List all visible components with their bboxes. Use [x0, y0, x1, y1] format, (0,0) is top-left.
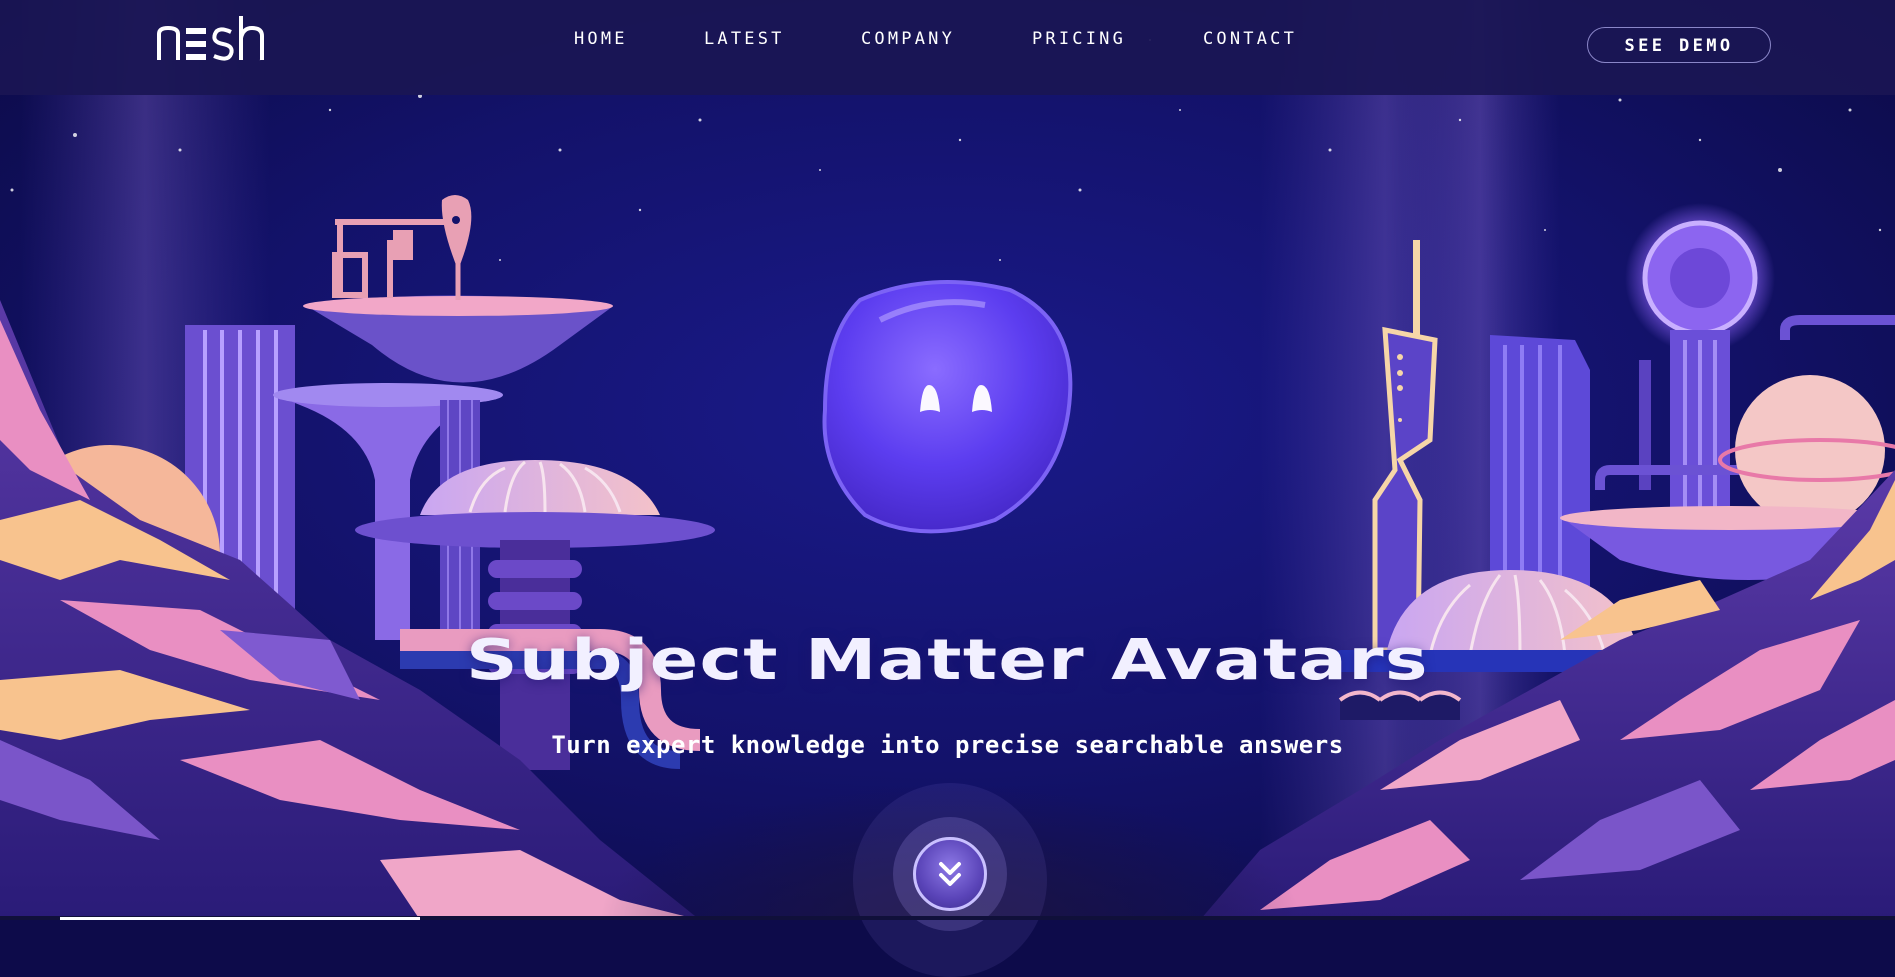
logo-mark-icon — [157, 16, 264, 61]
hero-subtitle: Turn expert knowledge into precise searc… — [551, 731, 1344, 759]
top-navbar: HOME LATEST COMPANY PRICING CONTACT SEE … — [0, 0, 1895, 95]
scroll-down-button[interactable] — [913, 837, 987, 911]
see-demo-button[interactable]: SEE DEMO — [1587, 27, 1771, 63]
hero-title: Subject Matter Avatars — [465, 628, 1429, 693]
nav-contact[interactable]: CONTACT — [1203, 29, 1297, 51]
nav-company[interactable]: COMPANY — [861, 29, 955, 51]
nav-pricing[interactable]: PRICING — [1032, 29, 1126, 51]
nav-home[interactable]: HOME — [574, 29, 628, 51]
hero-illustration — [0, 0, 1895, 920]
nav-latest[interactable]: LATEST — [704, 29, 785, 51]
nesh-logo[interactable] — [156, 14, 268, 64]
double-chevron-down-icon — [939, 862, 961, 886]
